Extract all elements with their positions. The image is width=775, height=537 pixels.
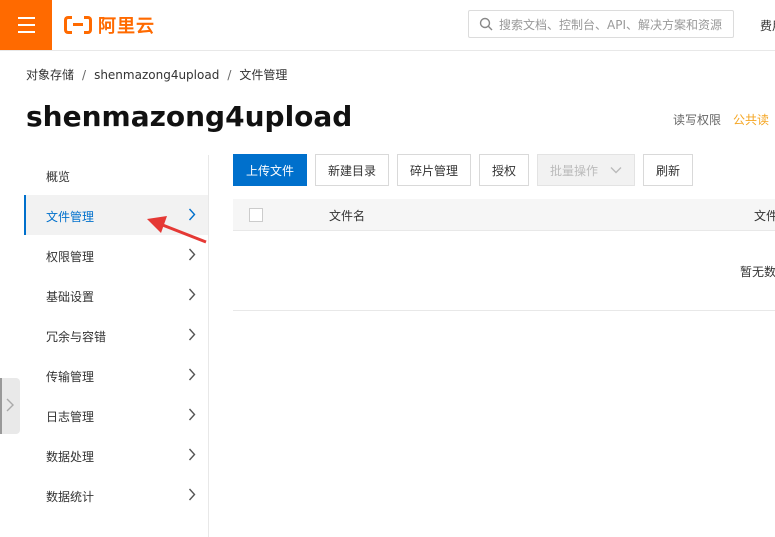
breadcrumb: 对象存储 / shenmazong4upload / 文件管理 bbox=[26, 68, 288, 82]
sidebar-item-transfer[interactable]: 传输管理 bbox=[24, 355, 208, 395]
upload-file-button[interactable]: 上传文件 bbox=[233, 154, 307, 186]
empty-state-text: 暂无数 bbox=[740, 265, 775, 279]
search-icon bbox=[479, 17, 493, 31]
chevron-right-icon bbox=[188, 488, 196, 501]
sidebar-item-redundancy[interactable]: 冗余与容错 bbox=[24, 315, 208, 355]
sidebar-item-file-management[interactable]: 文件管理 bbox=[24, 195, 208, 235]
sidebar-item-label: 文件管理 bbox=[46, 210, 95, 224]
chevron-right-icon bbox=[188, 448, 196, 461]
search-placeholder: 搜索文档、控制台、API、解决方案和资源 bbox=[499, 17, 722, 32]
chevron-right-icon bbox=[6, 398, 14, 412]
sidebar-item-label: 基础设置 bbox=[46, 290, 95, 304]
sidebar-item-label: 权限管理 bbox=[46, 250, 95, 264]
menu-icon[interactable] bbox=[0, 0, 52, 50]
chevron-right-icon bbox=[188, 208, 196, 221]
sidebar-item-logs[interactable]: 日志管理 bbox=[24, 395, 208, 435]
sidebar-item-statistics[interactable]: 数据统计 bbox=[24, 475, 208, 515]
chevron-down-icon bbox=[610, 167, 622, 174]
bucket-sidebar: 概览 文件管理 权限管理 基础设置 冗余与容错 传输管理 日志管理 数据处理 数… bbox=[24, 155, 209, 537]
sidebar-item-data-processing[interactable]: 数据处理 bbox=[24, 435, 208, 475]
chevron-right-icon bbox=[188, 408, 196, 421]
refresh-button[interactable]: 刷新 bbox=[643, 154, 693, 186]
permission-info: 读写权限 公共读 bbox=[673, 111, 769, 128]
breadcrumb-item[interactable]: 对象存储 bbox=[26, 68, 74, 82]
sidebar-item-label: 数据统计 bbox=[46, 490, 95, 504]
chevron-right-icon bbox=[188, 368, 196, 381]
chevron-right-icon bbox=[188, 328, 196, 341]
left-edge-line bbox=[0, 378, 2, 434]
batch-operations-button[interactable]: 批量操作 bbox=[537, 154, 635, 186]
permission-value: 公共读 bbox=[733, 113, 770, 127]
column-header-filename[interactable]: 文件名 bbox=[329, 207, 365, 224]
expand-sidebar-tab[interactable] bbox=[0, 378, 20, 434]
select-all-checkbox[interactable] bbox=[249, 208, 263, 222]
search-input[interactable]: 搜索文档、控制台、API、解决方案和资源 bbox=[468, 10, 734, 38]
breadcrumb-item: 文件管理 bbox=[239, 68, 288, 82]
page-title: shenmazong4upload bbox=[26, 100, 353, 133]
sidebar-item-basic-settings[interactable]: 基础设置 bbox=[24, 275, 208, 315]
column-header-second[interactable]: 文件 bbox=[754, 207, 775, 224]
aliyun-logo-icon bbox=[64, 16, 92, 34]
authorize-button[interactable]: 授权 bbox=[479, 154, 529, 186]
chevron-right-icon bbox=[188, 248, 196, 261]
permission-label: 读写权限 bbox=[673, 113, 722, 127]
top-navbar: 阿里云 搜索文档、控制台、API、解决方案和资源 费用 bbox=[0, 0, 775, 51]
sidebar-item-permissions[interactable]: 权限管理 bbox=[24, 235, 208, 275]
new-directory-button[interactable]: 新建目录 bbox=[315, 154, 389, 186]
sidebar-item-label: 冗余与容错 bbox=[46, 330, 107, 344]
sidebar-item-label: 概览 bbox=[46, 170, 71, 184]
chevron-right-icon bbox=[188, 288, 196, 301]
breadcrumb-item[interactable]: shenmazong4upload bbox=[94, 68, 219, 82]
sidebar-item-overview[interactable]: 概览 bbox=[24, 155, 208, 195]
aliyun-logo[interactable]: 阿里云 bbox=[64, 14, 155, 37]
sidebar-item-label: 日志管理 bbox=[46, 410, 95, 424]
table-divider bbox=[233, 310, 775, 311]
billing-link[interactable]: 费用 bbox=[760, 17, 775, 34]
sidebar-item-label: 数据处理 bbox=[46, 450, 95, 464]
logo-text: 阿里云 bbox=[98, 16, 155, 37]
batch-operations-label: 批量操作 bbox=[549, 163, 598, 178]
file-table-header: 文件名 文件 bbox=[233, 199, 775, 231]
fragment-management-button[interactable]: 碎片管理 bbox=[397, 154, 471, 186]
sidebar-item-label: 传输管理 bbox=[46, 370, 95, 384]
